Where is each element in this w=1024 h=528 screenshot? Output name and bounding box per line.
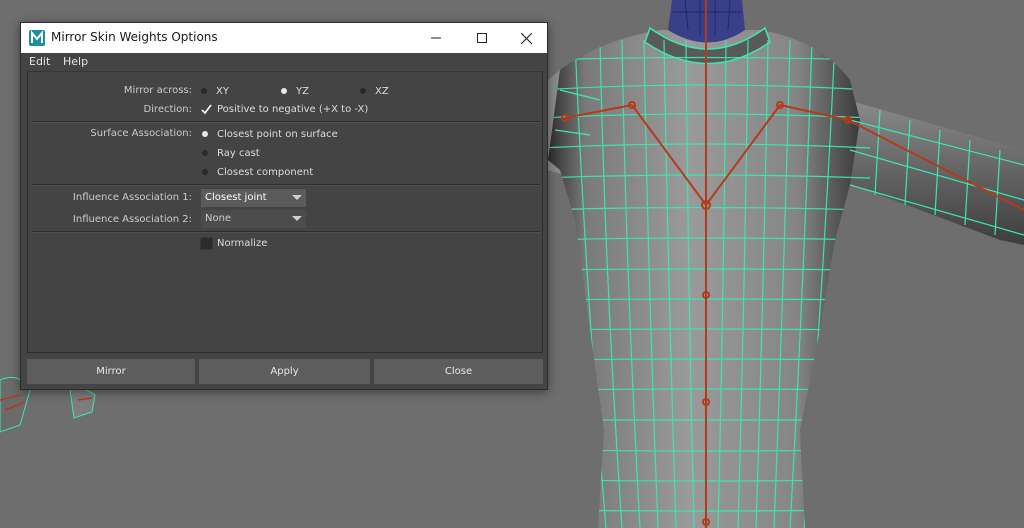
radio-closest-component-label: Closest component [217,167,314,178]
influence-association-2-label: Influence Association 2: [72,214,192,225]
radio-closest-point-on-surface[interactable] [202,131,208,137]
menu-help[interactable]: Help [63,55,88,68]
radio-xy-label: XY [216,86,229,97]
radio-xz[interactable] [360,88,366,94]
influence-association-1-label: Influence Association 1: [72,192,192,203]
direction-label: Direction: [143,104,192,115]
influence-association-2-value: None [205,213,232,224]
options-panel: Mirror across: XY YZ XZ Direction: Posit… [27,71,543,353]
maximize-icon [477,33,487,43]
close-button[interactable]: Close [374,359,543,384]
chevron-down-icon [292,216,302,221]
close-icon [520,32,532,44]
direction-checkbox-label: Positive to negative (+X to -X) [217,104,369,115]
checkmark-icon [201,104,212,115]
radio-ray-cast[interactable] [202,150,208,156]
separator [32,231,540,233]
radio-yz-label: YZ [296,86,309,97]
maya-icon [29,30,45,46]
normalize-checkbox[interactable] [200,237,213,250]
mirror-skin-weights-dialog: Mirror Skin Weights Options Edit Help Mi… [20,22,548,390]
radio-xy[interactable] [201,88,207,94]
chevron-down-icon [292,195,302,200]
separator [32,184,540,186]
radio-ray-cast-label: Ray cast [217,148,260,159]
apply-button[interactable]: Apply [199,359,370,384]
influence-association-2-dropdown[interactable]: None [201,210,306,228]
radio-closest-component[interactable] [202,169,208,175]
minimize-icon [431,37,441,39]
minimize-button[interactable] [413,23,459,53]
mirror-across-label: Mirror across: [123,85,192,96]
title-bar[interactable]: Mirror Skin Weights Options [21,23,547,53]
normalize-label: Normalize [217,238,268,249]
maximize-button[interactable] [459,23,505,53]
direction-checkbox[interactable] [200,103,213,116]
window-title: Mirror Skin Weights Options [51,30,218,44]
radio-closest-point-on-surface-label: Closest point on surface [217,129,338,140]
surface-association-label: Surface Association: [90,128,192,139]
influence-association-1-value: Closest joint [205,192,267,203]
mirror-button[interactable]: Mirror [27,359,195,384]
menu-edit[interactable]: Edit [29,55,50,68]
separator [32,121,540,123]
radio-yz[interactable] [281,88,287,94]
influence-association-1-dropdown[interactable]: Closest joint [201,189,306,207]
radio-xz-label: XZ [375,86,389,97]
close-window-button[interactable] [503,23,549,53]
menu-bar: Edit Help [21,53,547,71]
